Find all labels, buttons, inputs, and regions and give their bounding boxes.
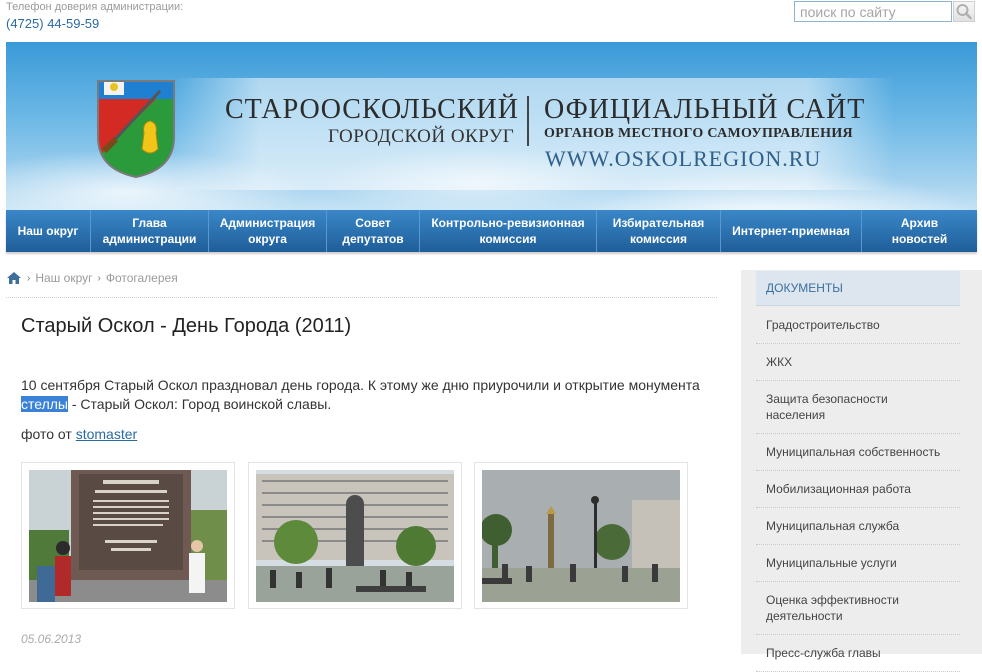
sidebar-item-housing[interactable]: ЖКХ bbox=[756, 344, 960, 381]
photo-thumbnail-1[interactable] bbox=[21, 462, 235, 609]
photo-credit-prefix: фото от bbox=[21, 426, 76, 442]
sidebar-heading-label: ДОКУМЕНТЫ bbox=[766, 281, 843, 295]
site-url: WWW.OSKOLREGION.RU bbox=[545, 146, 822, 171]
article-intro: 10 сентября Старый Оскол праздновал день… bbox=[21, 376, 711, 414]
sidebar-item-mobilization[interactable]: Мобилизационная работа bbox=[756, 471, 960, 508]
search-input[interactable] bbox=[795, 2, 955, 21]
district-name: СТАРООСКОЛЬСКИЙ bbox=[225, 94, 519, 125]
sidebar-item-municipal-property[interactable]: Муниципальная собственность bbox=[756, 434, 960, 471]
sidebar-item-public-safety[interactable]: Защита безопасности населения bbox=[756, 381, 960, 434]
hotline-label: Телефон доверия администрации: bbox=[6, 1, 184, 13]
search-icon bbox=[956, 4, 972, 20]
banner-divider bbox=[527, 96, 529, 146]
breadcrumb-separator-icon: › bbox=[27, 272, 31, 284]
district-subtitle: ГОРОДСКОЙ ОКРУГ bbox=[328, 126, 515, 147]
nav-item-our-district[interactable]: Наш округ bbox=[6, 210, 91, 252]
nav-item-election-commission[interactable]: Избирательная комиссия bbox=[597, 210, 721, 252]
main-nav: Наш округ Глава администрации Администрац… bbox=[6, 210, 977, 252]
sidebar-item-municipal-services[interactable]: Муниципальные услуги bbox=[756, 545, 960, 582]
sidebar-item-municipal-service[interactable]: Муниципальная служба bbox=[756, 508, 960, 545]
nav-item-news-archive[interactable]: Архив новостей bbox=[862, 210, 977, 252]
photo-monument-plaque bbox=[29, 470, 227, 602]
nav-item-council-of-deputies[interactable]: Совет депутатов bbox=[327, 210, 420, 252]
nav-item-audit-commission[interactable]: Контрольно-ревизионная комиссия bbox=[420, 210, 597, 252]
photo-author-link[interactable]: stomaster bbox=[76, 426, 137, 442]
nav-item-internet-reception[interactable]: Интернет-приемная bbox=[721, 210, 862, 252]
header-banner: СТАРООСКОЛЬСКИЙ ГОРОДСКОЙ ОКРУГ ОФИЦИАЛЬ… bbox=[6, 42, 977, 210]
sidebar-item-efficiency-evaluation[interactable]: Оценка эффективности деятельности bbox=[756, 582, 960, 635]
sidebar-item-urban-planning[interactable]: Градостроительство bbox=[756, 307, 960, 344]
hotline-phone[interactable]: (4725) 44-59-59 bbox=[6, 16, 99, 31]
breadcrumb-photo-gallery[interactable]: Фотогалерея bbox=[106, 271, 178, 285]
publication-date: 05.06.2013 bbox=[21, 632, 82, 646]
breadcrumb-our-district[interactable]: Наш округ bbox=[35, 271, 92, 285]
breadcrumb-separator-icon: › bbox=[97, 272, 101, 284]
home-icon[interactable] bbox=[6, 271, 22, 285]
coat-of-arms-logo[interactable] bbox=[94, 77, 178, 181]
photo-thumbnail-3[interactable] bbox=[474, 462, 688, 609]
site-title: ОФИЦИАЛЬНЫЙ САЙТ bbox=[544, 94, 866, 125]
photo-bust-monument bbox=[256, 470, 454, 602]
page-title: Старый Оскол - День Города (2011) bbox=[21, 315, 352, 337]
nav-item-district-administration[interactable]: Администрация округа bbox=[209, 210, 327, 252]
intro-text-end: - Старый Оскол: Город воинской славы. bbox=[67, 396, 332, 412]
sidebar-heading-documents[interactable]: ДОКУМЕНТЫ bbox=[756, 271, 960, 306]
search-field[interactable] bbox=[794, 1, 955, 22]
photo-city-square bbox=[482, 470, 680, 602]
nav-item-head-of-administration[interactable]: Глава администрации bbox=[91, 210, 209, 252]
intro-text: 10 сентября Старый Оскол праздновал день… bbox=[21, 377, 700, 393]
photo-credit: фото от stomaster bbox=[21, 426, 137, 442]
photo-thumbnail-2[interactable] bbox=[248, 462, 462, 609]
breadcrumb: › Наш округ › Фотогалерея bbox=[6, 270, 178, 286]
intro-selected-text: стеллы bbox=[21, 396, 68, 412]
site-subtitle: ОРГАНОВ МЕСТНОГО САМОУПРАВЛЕНИЯ bbox=[544, 126, 853, 141]
search-button[interactable] bbox=[953, 1, 975, 22]
content-divider bbox=[6, 297, 717, 298]
